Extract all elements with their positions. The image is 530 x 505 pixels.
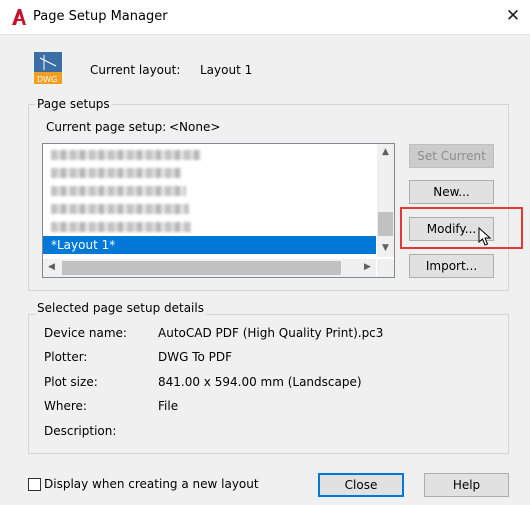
close-button[interactable]: Close [318, 473, 404, 497]
highlight-annotation [400, 207, 523, 249]
list-item[interactable] [43, 182, 376, 200]
current-layout-value: Layout 1 [200, 63, 253, 77]
close-icon[interactable]: ✕ [504, 7, 522, 25]
scroll-left-icon[interactable]: ◀ [43, 259, 60, 276]
horizontal-scroll-thumb[interactable] [62, 261, 341, 275]
display-new-layout-label[interactable]: Display when creating a new layout [44, 477, 259, 491]
list-item[interactable] [43, 164, 376, 182]
device-name-label: Device name: [44, 326, 127, 340]
current-layout-label: Current layout: [90, 63, 181, 77]
scroll-up-icon[interactable]: ▲ [377, 144, 394, 161]
list-item-label: *Layout 1* [51, 238, 116, 252]
scroll-down-icon[interactable]: ▼ [377, 240, 394, 257]
where-label: Where: [44, 399, 87, 413]
dwg-file-icon: DWG [34, 52, 62, 84]
new-button[interactable]: New... [409, 180, 494, 204]
list-item[interactable] [43, 146, 376, 164]
set-current-button[interactable]: Set Current [409, 144, 494, 168]
plot-size-label: Plot size: [44, 375, 98, 389]
title-bar: Page Setup Manager ✕ [0, 0, 530, 35]
device-name-value: AutoCAD PDF (High Quality Print).pc3 [158, 326, 384, 340]
help-button[interactable]: Help [424, 473, 509, 497]
plot-size-value: 841.00 x 594.00 mm (Landscape) [158, 375, 362, 389]
import-button[interactable]: Import... [409, 254, 494, 278]
details-group-label: Selected page setup details [35, 301, 206, 315]
vertical-scroll-thumb[interactable] [378, 212, 393, 236]
page-setups-group-label: Page setups [35, 97, 112, 111]
list-item-selected[interactable]: *Layout 1* [43, 236, 376, 254]
current-page-setup-label: Current page setup: [46, 120, 167, 134]
svg-text:DWG: DWG [37, 75, 57, 84]
vertical-scrollbar[interactable]: ▲ ▼ [377, 144, 394, 257]
scroll-right-icon[interactable]: ▶ [359, 259, 376, 276]
window-title: Page Setup Manager [33, 9, 168, 24]
current-page-setup-value: <None> [169, 120, 221, 134]
scrollbar-corner [377, 259, 394, 277]
plotter-value: DWG To PDF [158, 350, 233, 364]
mouse-pointer-icon [478, 227, 492, 246]
display-new-layout-checkbox[interactable] [28, 478, 41, 491]
description-label: Description: [44, 424, 117, 438]
where-value: File [158, 399, 179, 413]
horizontal-scrollbar[interactable]: ◀ ▶ [43, 259, 376, 277]
list-item[interactable] [43, 200, 376, 218]
page-setup-list[interactable]: *Layout 1* ▲ ▼ ◀ ▶ [42, 143, 395, 278]
autocad-logo-icon [12, 9, 26, 25]
plotter-label: Plotter: [44, 350, 88, 364]
list-item[interactable] [43, 218, 376, 236]
